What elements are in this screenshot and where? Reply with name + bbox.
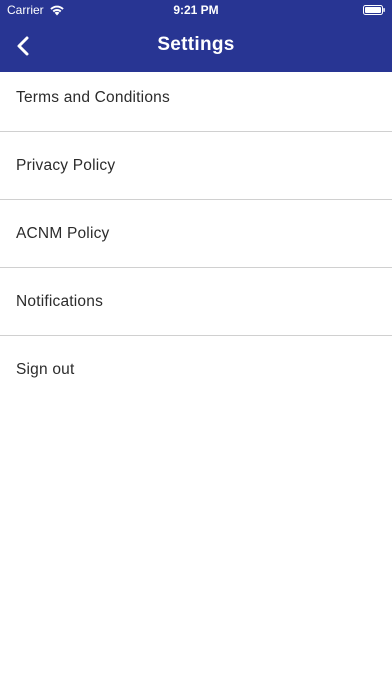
navigation-bar: Settings	[0, 20, 392, 72]
header: Carrier 9:21 PM Settings	[0, 0, 392, 72]
menu-item-terms[interactable]: Terms and Conditions	[0, 72, 392, 132]
menu-item-acnm-policy[interactable]: ACNM Policy	[0, 200, 392, 268]
battery-icon	[363, 5, 385, 15]
menu-item-sign-out[interactable]: Sign out	[0, 336, 392, 404]
menu-item-label: Privacy Policy	[16, 156, 116, 174]
page-title: Settings	[157, 34, 235, 55]
menu-item-label: Terms and Conditions	[16, 89, 170, 106]
menu-item-notifications[interactable]: Notifications	[0, 268, 392, 336]
status-time: 9:21 PM	[173, 3, 219, 17]
menu-item-label: ACNM Policy	[16, 224, 110, 242]
settings-menu: Terms and Conditions Privacy Policy ACNM…	[0, 72, 392, 404]
menu-item-label: Sign out	[16, 361, 75, 378]
menu-item-label: Notifications	[16, 292, 104, 310]
menu-item-privacy-policy[interactable]: Privacy Policy	[0, 132, 392, 200]
status-bar: Carrier 9:21 PM	[0, 0, 392, 20]
